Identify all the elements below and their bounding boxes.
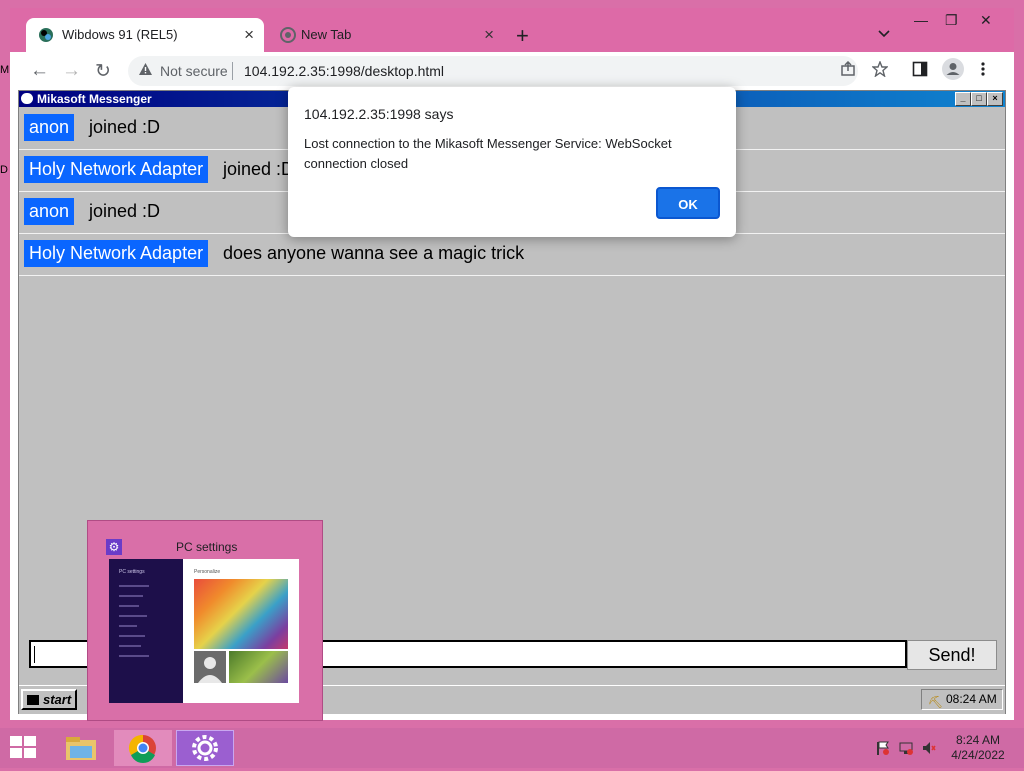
file-explorer-taskbar-button[interactable] [52, 730, 110, 766]
preview-heading: PC settings [119, 569, 145, 575]
restore-button[interactable]: ❐ [945, 12, 958, 29]
minimize-button[interactable]: — [914, 12, 928, 28]
start-label: start [43, 692, 72, 707]
username-badge: Holy Network Adapter [24, 156, 209, 183]
sidepanel-icon[interactable] [912, 61, 928, 82]
taskbar-thumbnail[interactable]: ⚙ PC settings PC settings Personalize [87, 520, 323, 721]
wibdows-tab-icon [38, 27, 54, 43]
preview-menu-line [119, 585, 149, 587]
text-caret [34, 646, 35, 663]
security-label[interactable]: Not secure [160, 63, 228, 79]
dialog-message: Lost connection to the Mikasoft Messenge… [304, 136, 672, 171]
tab-new-tab[interactable]: New Tab × [268, 18, 504, 52]
edge-label: M [0, 64, 10, 76]
action-center-flag-icon[interactable] [876, 741, 890, 755]
message-text: joined :D [89, 201, 161, 221]
windows-flag-icon [27, 695, 39, 705]
message-text: does anyone wanna see a magic trick [223, 243, 525, 263]
messenger-maximize-button[interactable]: □ [971, 92, 987, 106]
send-button[interactable]: Send! [907, 640, 997, 670]
reload-button[interactable]: ↻ [95, 60, 111, 83]
tray-clock: 08:24 AM [946, 692, 997, 706]
edge-label: D [0, 164, 8, 176]
preview-menu-line [119, 635, 145, 637]
preview-menu-line [119, 645, 141, 647]
tab-wibdows[interactable]: Wibdows 91 (REL5) × [26, 18, 264, 52]
network-icon[interactable] [899, 741, 913, 755]
username-badge: anon [24, 114, 75, 141]
clock-date: 4/24/2022 [951, 748, 1005, 762]
close-window-button[interactable]: ✕ [980, 12, 992, 29]
system-tray: ⛏ 08:24 AM [921, 689, 1003, 710]
preview-menu-line [119, 655, 149, 657]
chat-bubble-icon [21, 93, 33, 104]
tab-close-icon[interactable]: × [244, 25, 254, 45]
chrome-taskbar-button[interactable] [114, 730, 172, 766]
start-button[interactable]: start [21, 689, 77, 710]
tab-label: Wibdows 91 (REL5) [62, 27, 178, 42]
warning-triangle-icon[interactable] [138, 62, 153, 79]
taskbar-clock[interactable]: 8:24 AM 4/24/2022 [938, 733, 1018, 763]
gear-icon: ⚙ [106, 539, 122, 555]
thumbnail-title: PC settings [176, 540, 238, 554]
tab-label: New Tab [301, 27, 352, 42]
ok-button[interactable]: OK [656, 187, 720, 219]
preview-start-image [229, 651, 288, 683]
back-button[interactable]: ← [30, 60, 49, 82]
preview-menu-line [119, 625, 137, 627]
messenger-minimize-button[interactable]: _ [955, 92, 971, 106]
preview-subheading: Personalize [194, 569, 221, 575]
volume-muted-icon[interactable] [922, 741, 936, 755]
preview-sidebar: PC settings [109, 559, 183, 703]
username-badge: anon [24, 198, 75, 225]
window-preview[interactable]: PC settings Personalize [109, 559, 299, 703]
message-row: Holy Network Adapter does anyone wanna s… [19, 234, 1005, 276]
username-badge: Holy Network Adapter [24, 240, 209, 267]
preview-lockscreen-image [194, 579, 288, 649]
preview-avatar-image [194, 651, 226, 683]
messenger-title: Mikasoft Messenger [37, 92, 152, 106]
menu-icon[interactable] [980, 61, 986, 82]
preview-menu-line [119, 615, 147, 617]
chrome-tab-icon [280, 27, 296, 43]
profile-icon[interactable] [942, 58, 964, 85]
share-icon[interactable] [840, 60, 856, 82]
address-bar[interactable]: Not secure 104.192.2.35:1998/desktop.htm… [128, 56, 858, 86]
browser-toolbar: ← → ↻ Not secure 104.192.2.35:1998/deskt… [10, 52, 1014, 90]
preview-menu-line [119, 605, 139, 607]
new-tab-button[interactable]: + [516, 23, 529, 49]
clock-time: 8:24 AM [955, 733, 1001, 747]
windows-start-button[interactable] [10, 736, 38, 760]
message-text: joined :D [223, 159, 295, 179]
messenger-close-button[interactable]: × [987, 92, 1003, 106]
key-icon: ⛏ [928, 695, 944, 709]
message-text: joined :D [89, 117, 161, 137]
dialog-title: 104.192.2.35:1998 says [304, 106, 454, 122]
tab-close-icon[interactable]: × [484, 25, 494, 45]
pc-settings-taskbar-button[interactable] [176, 730, 234, 766]
alert-dialog: 104.192.2.35:1998 says Lost connection t… [288, 87, 736, 237]
tab-search-dropdown-icon[interactable] [878, 26, 890, 41]
url-text[interactable]: 104.192.2.35:1998/desktop.html [244, 63, 444, 79]
address-divider [232, 62, 233, 80]
preview-menu-line [119, 595, 143, 597]
star-icon[interactable] [871, 60, 889, 82]
tab-strip: Wibdows 91 (REL5) × New Tab × + — ❐ ✕ [10, 8, 1014, 52]
windows-taskbar: 8:24 AM 4/24/2022 [0, 728, 1024, 768]
forward-button[interactable]: → [62, 60, 81, 82]
